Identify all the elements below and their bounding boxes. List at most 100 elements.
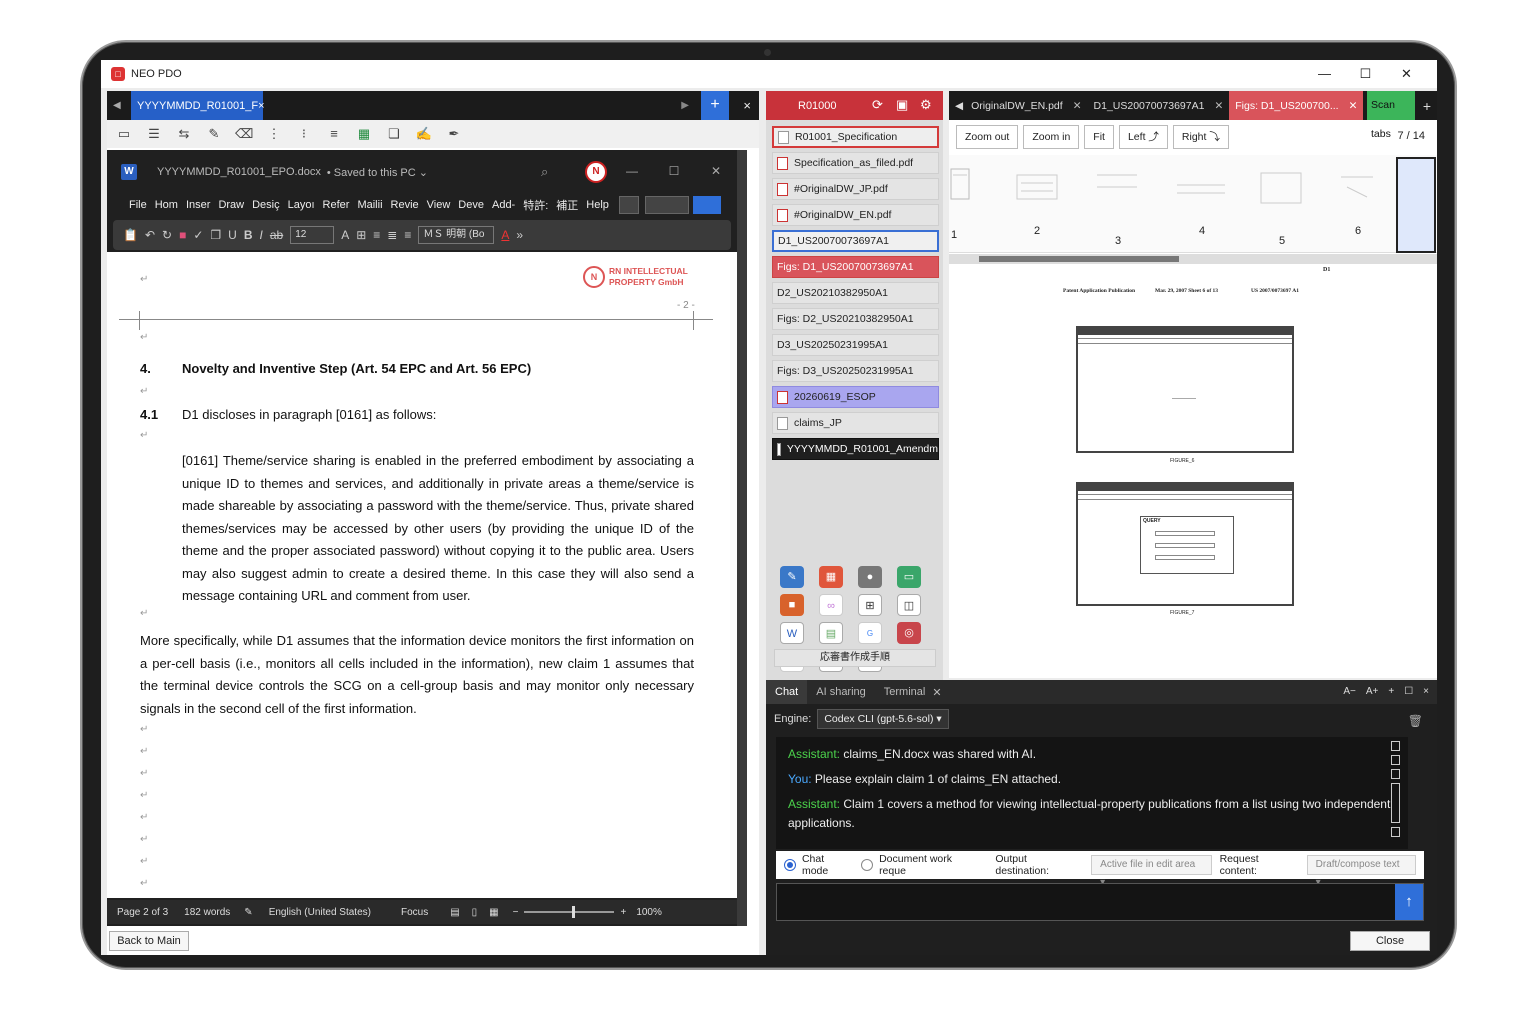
close-icon[interactable]: ✕ bbox=[1214, 100, 1223, 112]
new-chat-button[interactable]: + bbox=[1388, 680, 1394, 704]
refresh-icon[interactable]: ⟳ bbox=[872, 97, 883, 113]
ribbon-tab[interactable]: Revie bbox=[387, 199, 423, 211]
doc-work-radio[interactable] bbox=[861, 859, 874, 871]
page-indicator[interactable]: Page 2 of 3 bbox=[117, 907, 168, 918]
doc-icon[interactable]: ❐ bbox=[210, 228, 221, 242]
minimize-button[interactable]: — bbox=[1304, 60, 1345, 88]
folder-app-icon[interactable]: ▦ bbox=[819, 566, 843, 588]
settings-icon[interactable]: ⚙ bbox=[920, 97, 932, 113]
scan-tabs-button[interactable]: Scan tabs bbox=[1367, 91, 1415, 140]
ribbon-tab[interactable]: Deve bbox=[454, 199, 488, 211]
chat-mode-radio[interactable] bbox=[784, 859, 796, 871]
file-item[interactable]: R01001_Specification bbox=[772, 126, 939, 148]
add-tab-button[interactable]: + bbox=[701, 91, 729, 120]
google-app-icon[interactable]: G bbox=[858, 622, 882, 644]
ribbon-tab[interactable]: Hom bbox=[151, 199, 182, 211]
word-search-icon[interactable]: ⌕ bbox=[541, 164, 548, 180]
editor-app-icon[interactable]: ✎ bbox=[780, 566, 804, 588]
font-color-icon[interactable]: A bbox=[501, 228, 509, 242]
word-count[interactable]: 182 words bbox=[184, 907, 230, 918]
close-icon[interactable]: ✕ bbox=[1073, 100, 1082, 112]
page-thumbnail[interactable] bbox=[1087, 163, 1147, 223]
font-name-select[interactable]: ＭＳ 明朝 (Bo bbox=[418, 226, 495, 244]
chat-scrollbar[interactable] bbox=[1391, 737, 1400, 849]
excel-icon[interactable]: ▦ bbox=[355, 126, 373, 142]
page-thumbnail[interactable] bbox=[1009, 163, 1069, 223]
account-avatar[interactable]: N bbox=[585, 161, 607, 183]
link-app-icon[interactable]: ∞ bbox=[819, 594, 843, 616]
reference-icon[interactable]: ❏ bbox=[385, 126, 403, 142]
align-center-icon[interactable]: ≣ bbox=[387, 228, 397, 242]
pdf-tab[interactable]: D1_US20070073697A1 ✕ bbox=[1088, 91, 1230, 120]
eraser-icon[interactable]: ⌫ bbox=[235, 126, 253, 142]
chat-app-icon[interactable]: ● bbox=[858, 566, 882, 588]
document-page[interactable]: ↵ N RN INTELLECTUAL PROPERTY GmbH - 2 - … bbox=[107, 252, 737, 898]
back-to-main-button[interactable]: Back to Main bbox=[109, 931, 189, 951]
tab-prev-icon[interactable]: ◀ bbox=[113, 100, 121, 111]
file-item[interactable]: #OriginalDW_JP.pdf bbox=[772, 178, 939, 200]
layout-icon[interactable]: ▭ bbox=[115, 126, 133, 142]
current-page-thumbnail[interactable] bbox=[1396, 157, 1436, 253]
save-icon[interactable]: ■ bbox=[179, 228, 186, 242]
file-item[interactable]: Figs: D1_US20070073697A1 bbox=[772, 256, 939, 278]
ribbon-tab[interactable]: View bbox=[423, 199, 455, 211]
borders-icon[interactable]: ⊞ bbox=[356, 228, 366, 242]
comments-button[interactable] bbox=[618, 196, 639, 214]
close-button[interactable]: Close bbox=[1350, 931, 1430, 951]
procedure-button[interactable]: 応審書作成手順 bbox=[774, 649, 936, 667]
pdf-page[interactable]: D1 Patent Application Publication Mar. 2… bbox=[949, 264, 1437, 678]
window-app-icon[interactable]: ▭ bbox=[897, 566, 921, 588]
page-thumbnail[interactable] bbox=[1327, 163, 1387, 223]
paste-icon[interactable]: 📋 bbox=[123, 228, 138, 242]
office-app-icon[interactable]: ■ bbox=[780, 594, 804, 616]
page-thumbnail[interactable] bbox=[1171, 163, 1231, 223]
fit-button[interactable]: Fit bbox=[1084, 125, 1114, 149]
word-close-button[interactable]: ✕ bbox=[695, 164, 737, 178]
send-button[interactable]: ↑ bbox=[1395, 884, 1423, 920]
numbering-icon[interactable]: ⁝ bbox=[295, 126, 313, 142]
share-button[interactable] bbox=[692, 196, 721, 214]
doc-tab-active[interactable]: YYYYMMDD_R01001_F × bbox=[131, 91, 265, 120]
request-select[interactable]: Draft/compose text ▾ bbox=[1306, 855, 1416, 888]
ribbon-tab[interactable]: Mailii bbox=[353, 199, 386, 211]
review-icon[interactable]: ✓ bbox=[193, 228, 203, 242]
font-decrease-button[interactable]: A− bbox=[1343, 680, 1356, 704]
trash-icon[interactable]: 🗑 bbox=[1408, 714, 1423, 728]
print-layout-icon[interactable]: ▯ bbox=[472, 907, 478, 918]
edit-doc-icon[interactable]: ✍ bbox=[415, 126, 433, 142]
word-minimize-button[interactable]: — bbox=[611, 164, 653, 178]
sign-icon[interactable]: ✒ bbox=[445, 126, 463, 142]
ribbon-tab[interactable]: Layoı bbox=[284, 199, 319, 211]
underline-icon[interactable]: U bbox=[228, 228, 237, 242]
rotate-left-button[interactable]: Left ⤴ bbox=[1118, 125, 1168, 149]
calendar-app-icon[interactable]: ▤ bbox=[819, 622, 843, 644]
engine-select[interactable]: Codex CLI (gpt-5.6-sol) ▾ bbox=[817, 709, 949, 729]
font-size-select[interactable]: 12 bbox=[290, 226, 335, 244]
zoom-in-button[interactable]: Zoom in bbox=[1023, 125, 1080, 149]
file-item[interactable]: Specification_as_filed.pdf bbox=[772, 152, 939, 174]
bold-icon[interactable]: B bbox=[244, 228, 253, 242]
tab-chat[interactable]: Chat bbox=[766, 680, 808, 704]
word-maximize-button[interactable]: ☐ bbox=[653, 164, 695, 178]
zoom-out-icon[interactable]: − bbox=[513, 907, 519, 918]
outline-icon[interactable]: ☰ bbox=[145, 126, 163, 142]
split-app-icon[interactable]: ◫ bbox=[897, 594, 921, 616]
align-right-icon[interactable]: ≡ bbox=[404, 228, 411, 242]
file-item[interactable]: claims_JP bbox=[772, 412, 939, 434]
word-saved-status[interactable]: • Saved to this PC ⌄ bbox=[327, 166, 428, 179]
zoom-out-button[interactable]: Zoom out bbox=[956, 125, 1019, 149]
ribbon-tab[interactable]: Help bbox=[582, 199, 613, 211]
rotate-right-button[interactable]: Right ⤵ bbox=[1172, 125, 1229, 149]
chat-input[interactable]: ↑ bbox=[776, 883, 1424, 921]
close-window-button[interactable]: ✕ bbox=[1386, 60, 1427, 88]
editing-button[interactable] bbox=[644, 196, 689, 214]
zoom-slider[interactable] bbox=[524, 906, 615, 918]
doc-tab-close-icon[interactable]: × bbox=[258, 100, 264, 112]
pdf-tab[interactable]: OriginalDW_EN.pdf ✕ bbox=[965, 91, 1087, 120]
read-mode-icon[interactable]: ▤ bbox=[450, 907, 459, 918]
align-left-icon[interactable]: ≡ bbox=[373, 228, 380, 242]
highlight-icon[interactable]: ✎ bbox=[205, 126, 223, 142]
strikethrough-icon[interactable]: ab bbox=[270, 228, 283, 242]
pdf-tab-active[interactable]: Figs: D1_US200700... ✕ bbox=[1229, 91, 1364, 120]
compare-icon[interactable]: ⇆ bbox=[175, 126, 193, 142]
